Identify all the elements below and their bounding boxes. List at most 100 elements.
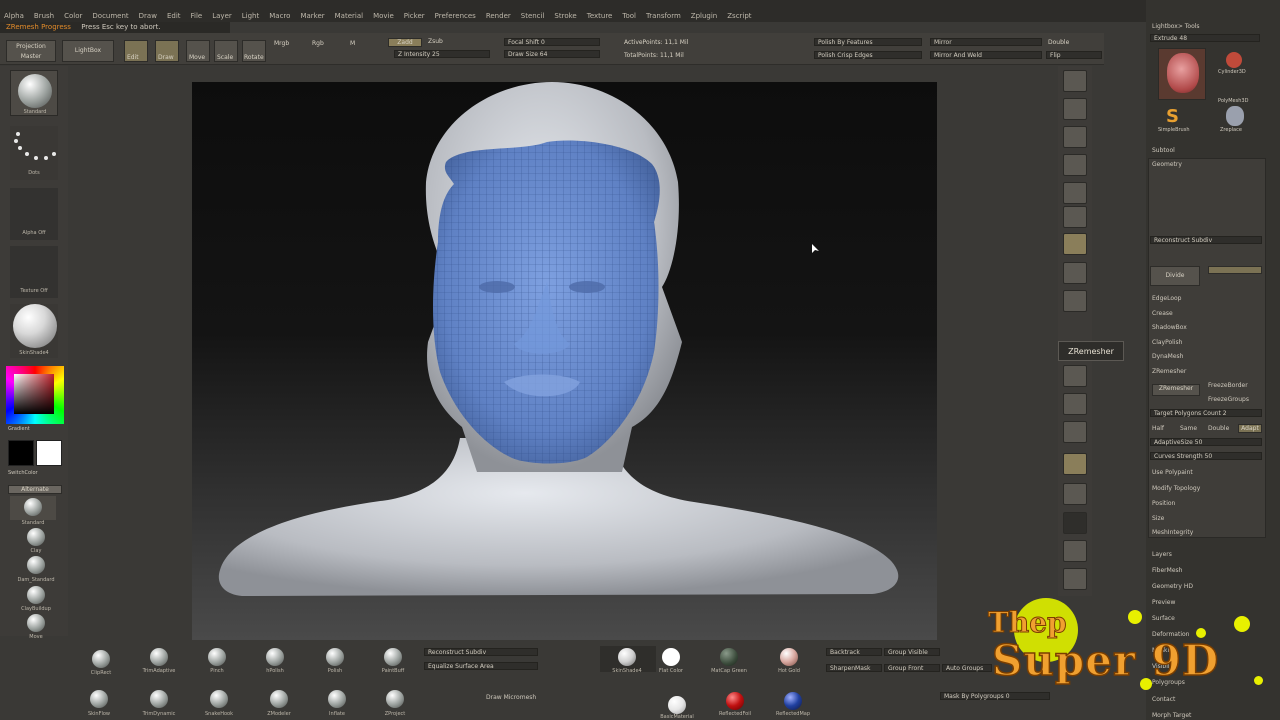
trimadaptive-brush-icon[interactable] [150, 648, 168, 666]
menu-item-zplugin[interactable]: Zplugin [691, 11, 717, 21]
edit-mode-button[interactable]: Edit [124, 40, 148, 62]
snakehook-brush-icon[interactable] [210, 690, 228, 708]
xyz-icon[interactable] [1063, 290, 1087, 312]
zreplace-icon[interactable] [1226, 106, 1244, 126]
paintbuff-brush-icon[interactable] [384, 648, 402, 666]
menu-item-picker[interactable]: Picker [404, 11, 425, 21]
move-mode-button[interactable]: Move [186, 40, 210, 62]
current-tool-thumbnail[interactable] [1158, 48, 1206, 100]
polish-by-features-slider[interactable]: Polish By Features [814, 38, 922, 46]
rotate-view-icon[interactable] [1063, 453, 1087, 475]
cliprect-brush-icon[interactable] [92, 650, 110, 668]
draw-size-slider[interactable]: Draw Size 64 [504, 50, 600, 58]
scale-mode-button[interactable]: Scale [214, 40, 238, 62]
rgb-toggle[interactable]: Rgb [312, 40, 324, 47]
actual-icon[interactable] [1063, 154, 1087, 176]
fibermesh-section[interactable]: FiberMesh [1152, 566, 1182, 575]
zoom-icon[interactable] [1063, 126, 1087, 148]
polish-brush-icon[interactable] [326, 648, 344, 666]
focal-shift-slider[interactable]: Focal Shift 0 [504, 38, 600, 46]
subtool-section[interactable]: Subtool [1152, 146, 1175, 155]
reconstruct-subdiv-button[interactable]: Reconstruct Subdiv [1150, 236, 1262, 244]
mirror-button[interactable]: Mirror [930, 38, 1042, 46]
z-intensity-slider[interactable]: Z Intensity 25 [394, 50, 490, 58]
hot-gold-material-icon[interactable] [780, 648, 798, 666]
dynamesh-section[interactable]: DynaMesh [1152, 352, 1183, 361]
surface-section[interactable]: Surface [1152, 614, 1175, 623]
backtrack-button[interactable]: Backtrack [826, 648, 882, 656]
menu-item-macro[interactable]: Macro [269, 11, 290, 21]
menu-item-document[interactable]: Document [92, 11, 128, 21]
move-view-icon[interactable] [1063, 393, 1087, 415]
inflate-brush-icon[interactable] [328, 690, 346, 708]
use-polypaint-toggle[interactable]: Use Polypaint [1152, 468, 1193, 477]
rotate-mode-button[interactable]: Rotate [242, 40, 266, 62]
lightbox-button[interactable]: LightBox [62, 40, 114, 62]
position-section[interactable]: Position [1152, 499, 1175, 508]
skinshade-material-icon[interactable] [618, 648, 636, 666]
skinflow-brush-icon[interactable] [90, 690, 108, 708]
matcap-green-material-icon[interactable] [720, 648, 738, 666]
zremesher-section[interactable]: ZRemesher [1152, 367, 1186, 376]
alpha-selector[interactable]: Alpha Off [10, 188, 58, 240]
double-toggle-panel[interactable]: Double [1208, 424, 1229, 433]
group-front-button[interactable]: Group Front [884, 664, 940, 672]
polish-crisp-edges-slider[interactable]: Polish Crisp Edges [814, 51, 922, 59]
menu-item-texture[interactable]: Texture [587, 11, 613, 21]
menu-item-draw[interactable]: Draw [139, 11, 157, 21]
modify-topology-section[interactable]: Modify Topology [1152, 484, 1200, 493]
mesh-integrity-section[interactable]: MeshIntegrity [1152, 528, 1193, 537]
menu-item-brush[interactable]: Brush [34, 11, 54, 21]
hpolish-brush-icon[interactable] [266, 648, 284, 666]
menu-item-preferences[interactable]: Preferences [435, 11, 476, 21]
zmodeler-brush-icon[interactable] [270, 690, 288, 708]
aahalf-icon[interactable] [1063, 182, 1087, 204]
menu-item-marker[interactable]: Marker [300, 11, 324, 21]
menu-item-edit[interactable]: Edit [167, 11, 181, 21]
reflected-map-icon[interactable] [784, 692, 802, 710]
menu-item-color[interactable]: Color [64, 11, 82, 21]
alternate-button[interactable]: Alternate [8, 485, 62, 494]
geometry-header[interactable]: Geometry [1152, 160, 1182, 169]
claybuildup-brush-icon[interactable] [27, 586, 45, 604]
basic-material-icon[interactable] [668, 696, 686, 714]
draw-mode-button[interactable]: Draw [155, 40, 179, 62]
menu-item-movie[interactable]: Movie [373, 11, 394, 21]
half-toggle[interactable]: Half [1152, 424, 1164, 433]
cylinder3d-icon[interactable] [1226, 52, 1242, 68]
flat-color-material-icon[interactable] [662, 648, 680, 666]
simplebrush-icon[interactable]: S [1166, 106, 1179, 127]
contact-section[interactable]: Contact [1152, 695, 1175, 704]
double-toggle[interactable]: Double [1048, 39, 1069, 46]
move-brush-icon[interactable] [27, 614, 45, 632]
texture-selector[interactable]: Texture Off [10, 246, 58, 298]
freeze-border-toggle[interactable]: FreezeBorder [1208, 381, 1248, 390]
draw-micromesh-toggle[interactable]: Draw Micromesh [486, 694, 536, 701]
menu-item-transform[interactable]: Transform [646, 11, 681, 21]
zadd-toggle[interactable]: Zadd [388, 38, 422, 47]
preview-section[interactable]: Preview [1152, 598, 1175, 607]
lightbox-tools-button[interactable]: Lightbox> Tools [1152, 22, 1200, 31]
group-visible-button[interactable]: Group Visible [884, 648, 940, 656]
target-polygons-slider[interactable]: Target Polygons Count 2 [1150, 409, 1262, 417]
floor-icon[interactable] [1063, 233, 1087, 255]
flip-toggle[interactable]: Flip [1046, 51, 1102, 59]
menu-item-render[interactable]: Render [486, 11, 511, 21]
reconstruct-subdiv-bottom-button[interactable]: Reconstruct Subdiv [424, 648, 538, 656]
stroke-selector[interactable]: Dots [10, 126, 58, 180]
menu-item-stroke[interactable]: Stroke [554, 11, 576, 21]
projection-master-button[interactable]: Projection Master [6, 40, 56, 62]
canvas-viewport[interactable] [192, 82, 937, 640]
freeze-groups-toggle[interactable]: FreezeGroups [1208, 395, 1249, 404]
smt-toggle[interactable] [1208, 266, 1262, 274]
adaptive-size-slider[interactable]: AdaptiveSize 50 [1150, 438, 1262, 446]
auto-groups-button[interactable]: Auto Groups [942, 664, 992, 672]
bpr-render-icon[interactable] [1063, 70, 1087, 92]
menu-item-file[interactable]: File [191, 11, 203, 21]
zproject-brush-icon[interactable] [386, 690, 404, 708]
adapt-toggle[interactable]: Adapt [1238, 424, 1262, 433]
menu-item-stencil[interactable]: Stencil [521, 11, 545, 21]
layers-section[interactable]: Layers [1152, 550, 1172, 559]
material-selector[interactable]: SkinShade4 [10, 304, 58, 358]
mask-by-polygroups-slider[interactable]: Mask By Polygroups 0 [940, 692, 1050, 700]
